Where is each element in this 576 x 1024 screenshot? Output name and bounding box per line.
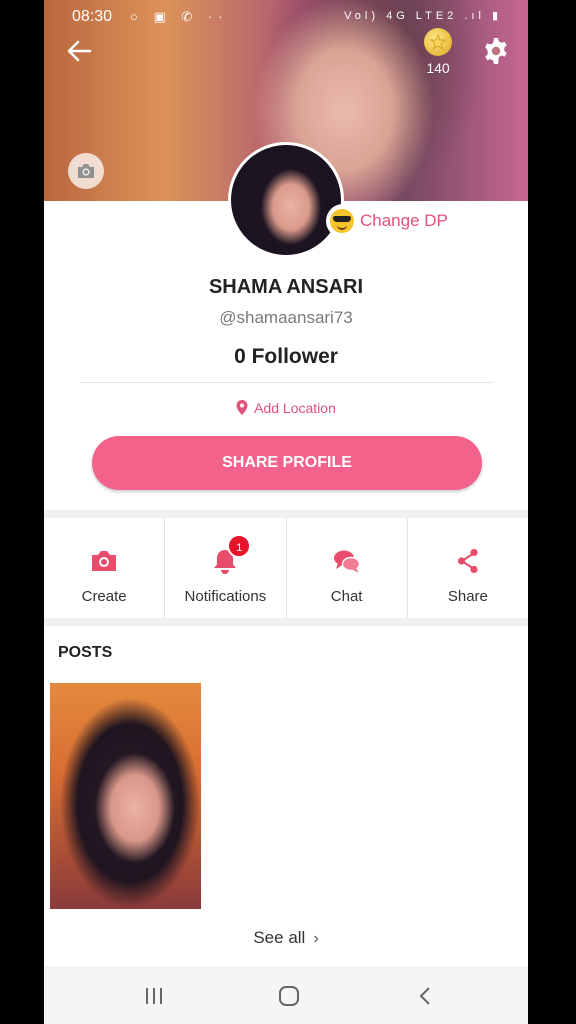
profile-handle: @shamaansari73 — [219, 308, 353, 327]
notifications-action[interactable]: 1 Notifications — [164, 518, 285, 618]
status-notification-icons: ○ ▣ ✆ ·· — [130, 9, 229, 24]
see-all-link[interactable]: See all › — [44, 928, 528, 948]
chat-action[interactable]: Chat — [285, 518, 407, 618]
sunglasses-emoji-icon — [330, 209, 354, 233]
add-location-link[interactable]: Add Location — [44, 400, 528, 416]
share-icon — [457, 548, 478, 574]
post-thumbnail[interactable] — [50, 683, 201, 909]
coin-count: 140 — [426, 60, 450, 76]
section-separator — [44, 510, 528, 518]
status-bar: 08:30 ○ ▣ ✆ ·· Vol) 4G LTE2 .ıl ▮ — [44, 6, 528, 28]
notification-badge: 1 — [227, 534, 252, 558]
notifications-label: Notifications — [184, 588, 267, 605]
chat-label: Chat — [330, 588, 363, 605]
see-all-label: See all — [253, 928, 306, 947]
coin-icon[interactable] — [424, 28, 452, 56]
create-label: Create — [81, 588, 127, 605]
status-system-icons: Vol) 4G LTE2 .ıl ▮ — [344, 10, 502, 22]
profile-name: SHAMA ANSARI — [208, 276, 364, 298]
profile-avatar[interactable] — [228, 142, 344, 258]
system-nav-bar — [44, 966, 528, 1024]
share-action[interactable]: Share — [406, 518, 528, 618]
change-dp-label: Change DP — [360, 211, 448, 230]
location-pin-icon — [236, 400, 248, 415]
chevron-right-icon: › — [313, 930, 319, 947]
share-label: Share — [447, 588, 488, 605]
action-bar: Create 1 Notifications Chat Share — [44, 518, 528, 618]
back-nav-icon[interactable] — [414, 984, 438, 1008]
follower-count[interactable]: 0 Follower — [44, 345, 528, 369]
cover-camera-button[interactable] — [68, 153, 104, 189]
home-icon[interactable] — [277, 984, 301, 1008]
camera-icon — [78, 164, 94, 178]
create-action[interactable]: Create — [44, 518, 164, 618]
back-arrow-icon[interactable] — [66, 38, 92, 64]
posts-heading: POSTS — [58, 644, 113, 661]
change-dp-button[interactable]: Change DP — [326, 204, 458, 238]
section-separator — [44, 618, 528, 626]
share-profile-button[interactable]: SHARE PROFILE — [92, 436, 482, 490]
chat-icon — [333, 550, 360, 573]
camera-icon — [92, 551, 117, 571]
profile-screen: 08:30 ○ ▣ ✆ ·· Vol) 4G LTE2 .ıl ▮ 140 Ch… — [44, 0, 528, 1024]
recent-apps-icon[interactable] — [142, 984, 166, 1008]
add-location-label: Add Location — [254, 400, 336, 416]
status-time: 08:30 — [72, 8, 113, 25]
gear-icon[interactable] — [482, 37, 510, 65]
divider — [80, 382, 494, 383]
